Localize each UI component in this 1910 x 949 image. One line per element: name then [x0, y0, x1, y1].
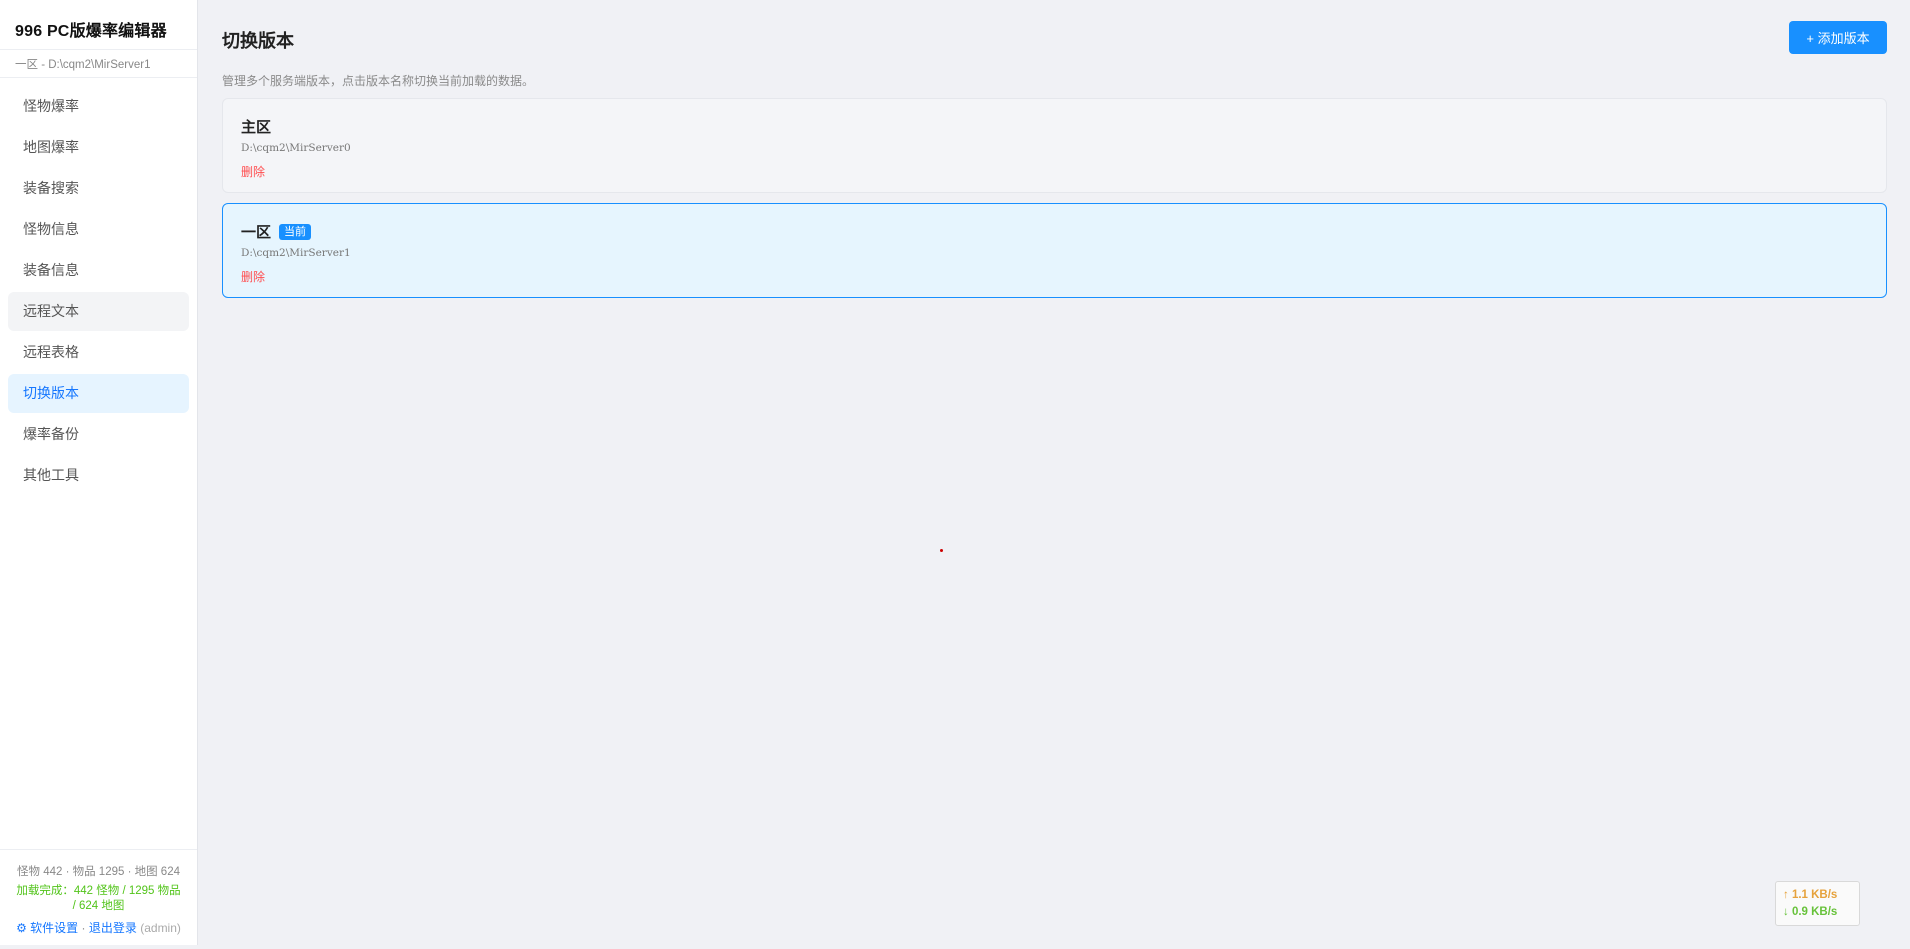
load-status: 加载完成：442 怪物 / 1295 物品 / 624 地图 [16, 885, 181, 912]
download-speed: ↓ 0.9 KB/s [1783, 906, 1838, 918]
network-speed-widget: ↑ 1.1 KB/s ↓ 0.9 KB/s [1775, 881, 1860, 926]
sidebar-item-switch-version[interactable]: 切换版本 [8, 374, 189, 413]
sidebar-footer: 怪物 442 · 物品 1295 · 地图 624 加载完成：442 怪物 / … [0, 849, 197, 945]
version-name-text: 一区 [241, 224, 272, 241]
version-path: D:\cqm2\MirServer1 [241, 247, 351, 259]
main-content: 切换版本 + 添加版本 管理多个服务端版本，点击版本名称切换当前加载的数据。 主… [198, 0, 1910, 945]
version-card[interactable]: 主区 D:\cqm2\MirServer0 删除 [222, 98, 1887, 193]
sidebar-item-map-drop[interactable]: 地图爆率 [8, 128, 189, 167]
sidebar-item-equipment-search[interactable]: 装备搜索 [8, 169, 189, 208]
version-name-text: 主区 [241, 119, 272, 136]
version-list: 主区 D:\cqm2\MirServer0 删除 一区 当前 D:\cqm2\M… [222, 98, 1887, 308]
app-window: 996 PC版爆率编辑器 一区 - D:\cqm2\MirServer1 怪物爆… [0, 0, 1910, 949]
sidebar-item-monster-drop[interactable]: 怪物爆率 [8, 87, 189, 126]
footer-links: ⚙ 软件设置 · 退出登录 (admin) [0, 919, 197, 936]
footer-separator: · [78, 921, 89, 935]
delete-version-button[interactable]: 删除 [241, 163, 265, 180]
brand: 996 PC版爆率编辑器 [0, 0, 197, 50]
cursor-dot [940, 549, 943, 552]
logout-link[interactable]: 退出登录 [89, 921, 137, 935]
version-name[interactable]: 主区 [241, 116, 1868, 137]
sidebar-item-drop-backup[interactable]: 爆率备份 [8, 415, 189, 454]
version-name[interactable]: 一区 当前 [241, 221, 1868, 242]
sidebar-item-other-tools[interactable]: 其他工具 [8, 456, 189, 495]
settings-link[interactable]: ⚙ 软件设置 [16, 921, 78, 935]
version-card-current[interactable]: 一区 当前 D:\cqm2\MirServer1 删除 [222, 203, 1887, 298]
sidebar: 996 PC版爆率编辑器 一区 - D:\cqm2\MirServer1 怪物爆… [0, 0, 198, 945]
upload-speed: ↑ 1.1 KB/s [1783, 889, 1838, 901]
sidebar-item-remote-text[interactable]: 远程文本 [8, 292, 189, 331]
page-title: 切换版本 [222, 31, 294, 51]
sidebar-item-monster-info[interactable]: 怪物信息 [8, 210, 189, 249]
delete-version-button[interactable]: 删除 [241, 268, 265, 285]
sidebar-item-equipment-info[interactable]: 装备信息 [8, 251, 189, 290]
current-user: (admin) [140, 921, 181, 935]
page-description: 管理多个服务端版本，点击版本名称切换当前加载的数据。 [222, 74, 535, 88]
sidebar-nav: 怪物爆率 地图爆率 装备搜索 怪物信息 装备信息 远程文本 远程表格 切换版本 … [0, 78, 197, 497]
current-badge: 当前 [279, 223, 312, 240]
app-title: 996 PC版爆率编辑器 [15, 23, 167, 40]
version-path: D:\cqm2\MirServer0 [241, 142, 351, 154]
sidebar-item-remote-table[interactable]: 远程表格 [8, 333, 189, 372]
data-stats: 怪物 442 · 物品 1295 · 地图 624 [17, 866, 180, 878]
current-server-subtitle: 一区 - D:\cqm2\MirServer1 [0, 50, 197, 78]
add-version-button[interactable]: + 添加版本 [1789, 21, 1887, 54]
